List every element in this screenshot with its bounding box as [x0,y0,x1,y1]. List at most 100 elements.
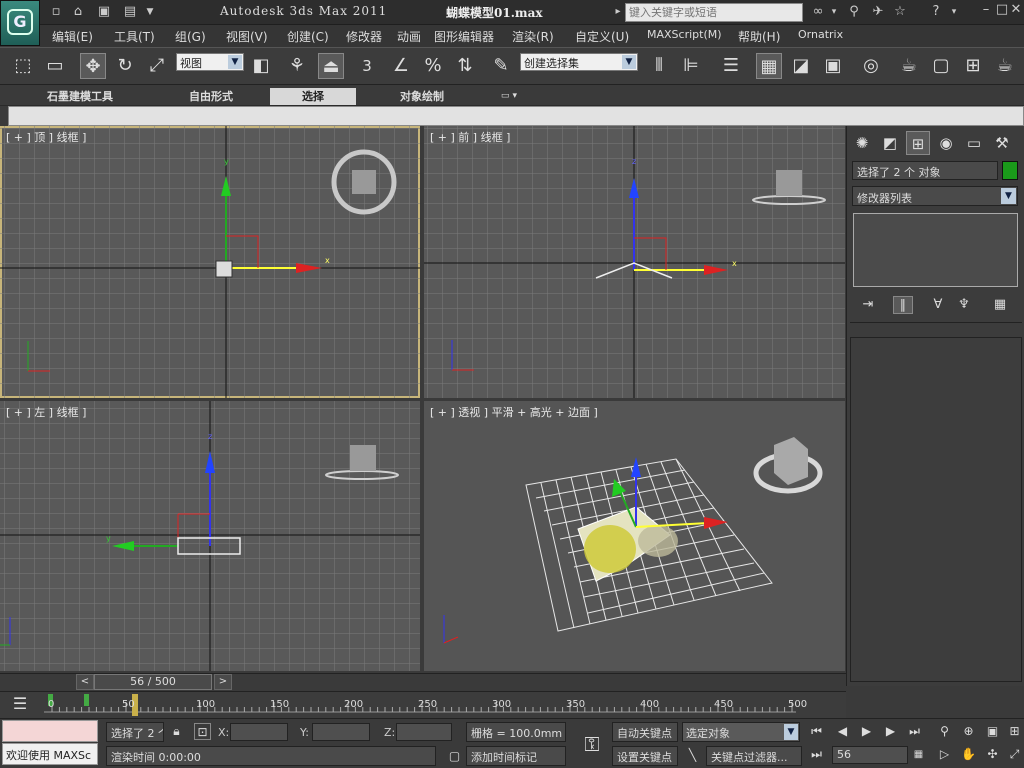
quick-access-dropdown-icon[interactable]: ▼ [142,4,158,20]
viewport-label-top[interactable]: [ + ] 顶 ] 线框 ] [6,129,86,145]
render-production-icon[interactable]: ⊞ [960,53,986,79]
tab-object-paint[interactable]: 对象绘制 [382,88,462,105]
select-by-name-icon[interactable]: ▭ [42,53,68,79]
viewport-left[interactable]: [ + ] 左 ] 线框 ] y z [0,401,420,671]
search-input[interactable] [625,3,803,22]
selection-lock-icon[interactable]: 🔒︎ [168,723,185,740]
align-icon[interactable]: ⊫ [678,53,704,79]
set-key-mode-icon[interactable]: ⚿ [572,722,612,766]
auto-key-button[interactable]: 自动关键点 [612,722,678,742]
modify-tab-icon[interactable]: ◩ [878,131,902,155]
tab-selection[interactable]: 选择 [270,88,356,105]
named-selection-set-dropdown[interactable]: 创建选择集 ▼ [520,53,638,71]
close-icon[interactable]: ✕ [1008,2,1024,18]
maxscript-listener-top[interactable] [2,720,98,742]
go-to-start-icon[interactable]: ⏮ [808,723,825,740]
set-key-button[interactable]: 设置关键点 [612,746,678,766]
menu-rendering[interactable]: 渲染(R) [512,28,554,45]
select-rotate-icon[interactable]: ↻ [112,53,138,79]
render-setup-icon[interactable]: ☕ [896,53,922,79]
select-move-icon[interactable]: ✥ [80,53,106,79]
project-folder-icon[interactable]: ▤ [122,4,138,20]
time-slider-next-icon[interactable]: > [214,674,232,690]
keyboard-shortcut-override-icon[interactable]: ⏏ [318,53,344,79]
snaps-toggle-icon[interactable]: 3 [354,53,380,79]
viewport-label-perspective[interactable]: [ + ] 透视 ] 平滑 + 高光 + 边面 ] [430,404,598,420]
previous-frame-icon[interactable]: ◀ [834,723,851,740]
time-slider-prev-icon[interactable]: < [76,674,94,690]
binoculars-icon[interactable]: ∞ [810,4,826,20]
z-coordinate-field[interactable] [396,723,452,741]
time-configuration-icon[interactable]: ▦ [910,746,927,763]
y-coordinate-field[interactable] [312,723,370,741]
key-selection-dropdown[interactable]: 选定对象 ▼ [682,722,800,742]
hierarchy-tab-icon[interactable]: ⊞ [906,131,930,155]
help-icon[interactable]: ? [928,4,944,20]
render-teapot-icon[interactable]: ☕ [992,53,1018,79]
mirror-icon[interactable]: ⫴ [646,53,672,79]
maximize-viewport-icon[interactable]: ⤢ [1006,746,1023,763]
viewcube[interactable] [753,437,823,494]
tab-freeform[interactable]: 自由形式 [172,88,250,105]
x-coordinate-field[interactable] [230,723,288,741]
key-mode-toggle-icon[interactable]: ⏭ [808,746,825,763]
curve-editor-icon[interactable]: ◪ [788,53,814,79]
tab-graphite-modeling[interactable]: 石墨建模工具 [34,88,126,105]
create-tab-icon[interactable]: ✺ [850,131,874,155]
maxscript-listener[interactable]: 欢迎使用 MAXSc [2,743,98,765]
search-options-icon[interactable]: ▾ [826,4,842,20]
viewport-perspective[interactable]: [ + ] 透视 ] 平滑 + 高光 + 边面 ] [424,401,845,671]
favorites-star-icon[interactable]: ☆ [892,4,908,20]
current-frame-field[interactable]: 56 [832,746,908,764]
material-editor-icon[interactable]: ◎ [858,53,884,79]
selection-name-field[interactable]: 选择了 2 个 对象 [852,161,998,180]
add-time-tag[interactable]: 添加时间标记 [466,746,566,766]
menu-maxscript[interactable]: MAXScript(M) [647,28,722,41]
viewport-label-left[interactable]: [ + ] 左 ] 线框 ] [6,404,86,420]
menu-graph-editors[interactable]: 图形编辑器 [434,28,494,45]
menu-edit[interactable]: 编辑(E) [52,28,93,45]
schematic-view-icon[interactable]: ▣ [820,53,846,79]
zoom-icon[interactable]: ⚲ [936,723,953,740]
configure-modifier-sets-icon[interactable]: ▦ [990,296,1010,314]
communication-center-icon[interactable]: ✈ [870,4,886,20]
minimize-icon[interactable]: – [978,2,994,18]
object-color-swatch[interactable] [1002,161,1018,180]
absolute-mode-icon[interactable]: ⊡ [194,723,211,740]
field-of-view-icon[interactable]: ▷ [936,746,953,763]
pan-hand-icon[interactable]: ✋ [960,746,977,763]
graphite-toggle-icon[interactable]: ▦ [756,53,782,79]
rendered-frame-window-icon[interactable]: ▢ [928,53,954,79]
pivot-center-icon[interactable]: ◧ [248,53,274,79]
menu-create[interactable]: 创建(C) [287,28,329,45]
zoom-all-icon[interactable]: ⊕ [960,723,977,740]
zoom-extents-all-icon[interactable]: ⊞ [1006,723,1023,740]
key-filters-button[interactable]: 关键点过滤器... [706,746,802,766]
new-file-icon[interactable]: ▫ [48,4,64,20]
select-manipulate-icon[interactable]: ⚘ [284,53,310,79]
percent-snap-icon[interactable]: % [420,53,446,79]
time-tag-icon[interactable]: ▢ [446,748,463,765]
viewport-front[interactable]: [ + ] 前 ] 线框 ] x z [424,126,845,398]
subscription-icon[interactable]: ⚲ [846,4,862,20]
application-menu-button[interactable]: G [0,0,40,46]
modifier-list-dropdown[interactable]: 修改器列表 ▼ [852,186,1018,206]
ribbon-options-icon[interactable]: ▭ ▾ [494,88,524,105]
open-file-icon[interactable]: ⌂ [70,4,86,20]
help-dropdown-icon[interactable]: ▾ [946,4,962,20]
menu-customize[interactable]: 自定义(U) [575,28,629,45]
menu-group[interactable]: 组(G) [175,28,206,45]
zoom-extents-icon[interactable]: ▣ [984,723,1001,740]
menu-views[interactable]: 视图(V) [226,28,268,45]
play-icon[interactable]: ▶ [858,723,875,740]
select-scale-icon[interactable]: ⤢ [144,53,170,79]
utilities-tab-icon[interactable]: ⚒ [990,131,1014,155]
reference-coordinate-dropdown[interactable]: 视图 ▼ [176,53,244,71]
menu-animation[interactable]: 动画 [397,28,421,45]
edit-named-selection-icon[interactable]: ✎ [488,53,514,79]
mini-curve-editor-icon[interactable]: ☰ [6,694,34,718]
viewport-label-front[interactable]: [ + ] 前 ] 线框 ] [430,129,510,145]
time-slider[interactable]: 56 / 500 [94,674,212,690]
orbit-icon[interactable]: ✣ [984,746,1001,763]
next-frame-icon[interactable]: ▶ [882,723,899,740]
